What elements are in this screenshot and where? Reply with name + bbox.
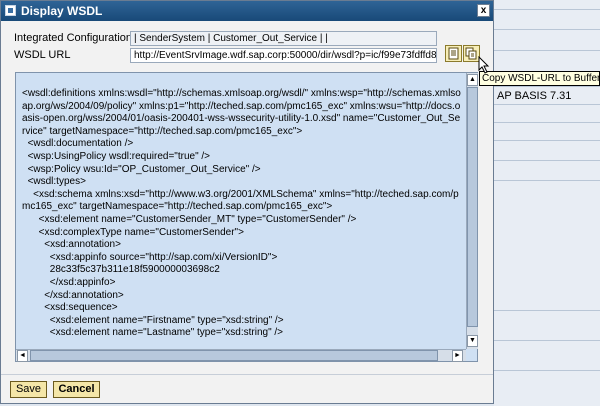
background-divider bbox=[494, 86, 600, 87]
integrated-configuration-field[interactable]: | SenderSystem | Customer_Out_Service | … bbox=[130, 31, 437, 46]
background-panel bbox=[494, 0, 600, 406]
wsdl-line: <wsp:Policy wsu:Id="OP_Customer_Out_Serv… bbox=[27, 163, 261, 175]
integrated-configuration-label: Integrated Configuration bbox=[14, 32, 133, 44]
document-icon bbox=[448, 47, 459, 60]
wsdl-line: <xsd:element name="Firstname" type="xsd:… bbox=[49, 314, 284, 326]
background-divider bbox=[494, 180, 600, 181]
background-divider bbox=[494, 50, 600, 51]
wsdl-line: <xsd:annotation> bbox=[44, 239, 121, 251]
wsdl-content: <wsdl:definitions xmlns:wsdl="http://sch… bbox=[22, 88, 462, 350]
wsdl-line: <wsdl:definitions xmlns:wsdl="http://sch… bbox=[22, 88, 461, 137]
display-wsdl-dialog: Display WSDL x Integrated Configuration … bbox=[0, 0, 494, 404]
copy-wsdl-url-tooltip: Copy WSDL-URL to Buffer bbox=[479, 71, 600, 86]
scroll-up-button[interactable]: ▲ bbox=[467, 74, 478, 86]
background-divider bbox=[494, 160, 600, 161]
window-icon bbox=[5, 5, 16, 16]
scroll-right-button[interactable]: ► bbox=[452, 350, 463, 362]
scroll-down-button[interactable]: ▼ bbox=[467, 335, 478, 347]
wsdl-url-label: WSDL URL bbox=[14, 49, 71, 61]
dialog-title: Display WSDL bbox=[21, 4, 103, 18]
background-divider bbox=[494, 340, 600, 341]
wsdl-line: <xsd:complexType name="CustomerSender"> bbox=[38, 226, 244, 238]
wsdl-text-area[interactable]: <wsdl:definitions xmlns:wsdl="http://sch… bbox=[15, 72, 478, 362]
mouse-cursor-icon bbox=[478, 56, 490, 74]
wsdl-line: </xsd:annotation> bbox=[44, 289, 124, 301]
wsdl-line: </xsd:appinfo> bbox=[49, 276, 116, 288]
horizontal-scrollbar[interactable]: ◄ ► bbox=[16, 349, 466, 362]
background-divider bbox=[494, 29, 600, 30]
cancel-button[interactable]: Cancel bbox=[53, 381, 100, 398]
background-divider bbox=[494, 310, 600, 311]
wsdl-line: <xsd:sequence> bbox=[44, 302, 118, 314]
background-divider bbox=[494, 122, 600, 123]
vertical-scroll-thumb[interactable] bbox=[467, 87, 478, 327]
footer-divider bbox=[1, 374, 493, 375]
wsdl-line: <wsdl:types> bbox=[27, 176, 86, 188]
background-software-component: AP BASIS 7.31 bbox=[497, 90, 572, 102]
wsdl-text: <wsdl:definitions xmlns:wsdl="http://sch… bbox=[22, 88, 462, 340]
background-divider bbox=[494, 9, 600, 10]
copy-icon bbox=[465, 47, 477, 60]
background-divider bbox=[494, 104, 600, 105]
wsdl-line: 28c33f5c37b311e18f590000003698c2 bbox=[49, 264, 220, 276]
close-button[interactable]: x bbox=[477, 4, 490, 17]
horizontal-scroll-thumb[interactable] bbox=[30, 350, 438, 361]
wsdl-url-field[interactable]: http://EventSrvImage.wdf.sap.corp:50000/… bbox=[130, 48, 437, 63]
dialog-titlebar: Display WSDL x bbox=[1, 1, 493, 21]
scroll-left-button[interactable]: ◄ bbox=[17, 350, 28, 362]
vertical-scrollbar[interactable]: ▲ ▼ bbox=[466, 73, 478, 349]
wsdl-line: <wsp:UsingPolicy wsdl:required="true" /> bbox=[27, 150, 211, 162]
wsdl-line: <xsd:element name="CustomerSender_MT" ty… bbox=[38, 213, 357, 225]
background-divider bbox=[494, 370, 600, 371]
wsdl-line: <xsd:schema xmlns:xsd="http://www.w3.org… bbox=[22, 188, 459, 213]
wsdl-line: <xsd:appinfo source="http://sap.com/xi/V… bbox=[49, 251, 278, 263]
wsdl-line: <xsd:element name="Lastname" type="xsd:s… bbox=[49, 327, 284, 339]
wsdl-line: <wsdl:documentation /> bbox=[27, 138, 134, 150]
display-wsdl-url-button[interactable] bbox=[445, 45, 462, 62]
background-divider bbox=[494, 140, 600, 141]
save-button[interactable]: Save bbox=[10, 381, 47, 398]
